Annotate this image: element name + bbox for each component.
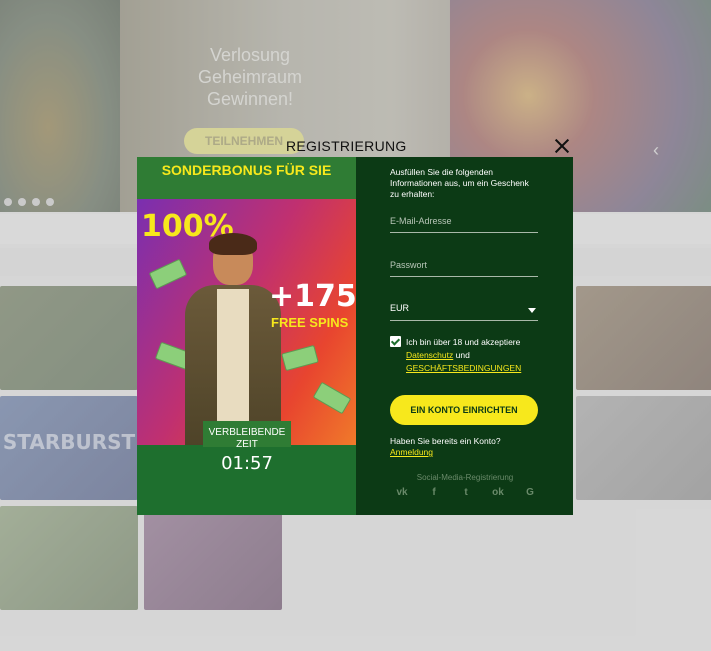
age-terms-consent: Ich bin über 18 und akzeptiere Datenschu… — [390, 336, 550, 375]
email-field[interactable] — [390, 211, 538, 233]
money-bill-image — [312, 381, 352, 415]
countdown-timer: 01:57 — [221, 453, 273, 474]
registration-form: Ausfüllen Sie die folgenden Informatione… — [356, 157, 573, 515]
bonus-promo-panel: SONDERBONUS FÜR SIE 100% +175 FREE SPINS… — [137, 157, 356, 515]
social-registration-label: Social-Media-Registrierung — [416, 473, 514, 482]
google-icon[interactable]: G — [522, 487, 538, 498]
currency-value: EUR — [390, 303, 410, 313]
timer-label: VERBLEIBENDE ZEIT — [208, 427, 286, 450]
consent-checkbox[interactable] — [390, 336, 401, 347]
create-account-button[interactable]: EIN KONTO EINRICHTEN — [390, 395, 538, 425]
social-icons-row: vk f t ok G — [394, 487, 538, 498]
consent-text: Ich bin über 18 und akzeptiere — [406, 337, 521, 347]
login-link[interactable]: Anmeldung — [390, 447, 501, 458]
consent-and-text: und — [455, 350, 470, 360]
password-input[interactable] — [390, 256, 538, 270]
vk-icon[interactable]: vk — [394, 487, 410, 498]
have-account-text: Haben Sie bereits ein Konto? — [390, 436, 501, 446]
adventurer-character-image — [177, 233, 287, 445]
modal-title: REGISTRIERUNG — [286, 138, 407, 154]
bonus-heading: SONDERBONUS FÜR SIE — [137, 157, 356, 199]
registration-modal: SONDERBONUS FÜR SIE 100% +175 FREE SPINS… — [137, 157, 573, 515]
currency-select[interactable]: EUR — [390, 299, 538, 321]
chevron-down-icon — [528, 308, 536, 313]
close-icon[interactable] — [553, 137, 571, 155]
password-field[interactable] — [390, 255, 538, 277]
have-account-section: Haben Sie bereits ein Konto? Anmeldung — [390, 436, 501, 458]
twitter-icon[interactable]: t — [458, 487, 474, 498]
privacy-link[interactable]: Datenschutz — [406, 350, 453, 360]
free-spins-label: FREE SPINS — [271, 315, 349, 330]
form-intro-text: Ausfüllen Sie die folgenden Informatione… — [390, 167, 529, 199]
odnoklassniki-icon[interactable]: ok — [490, 487, 506, 498]
email-input[interactable] — [390, 212, 538, 226]
bonus-artwork: 100% +175 FREE SPINS — [137, 199, 356, 445]
terms-link[interactable]: GESCHÄFTSBEDINGUNGEN — [406, 363, 521, 373]
facebook-icon[interactable]: f — [426, 487, 442, 498]
free-spins-count: +175 — [269, 279, 356, 314]
